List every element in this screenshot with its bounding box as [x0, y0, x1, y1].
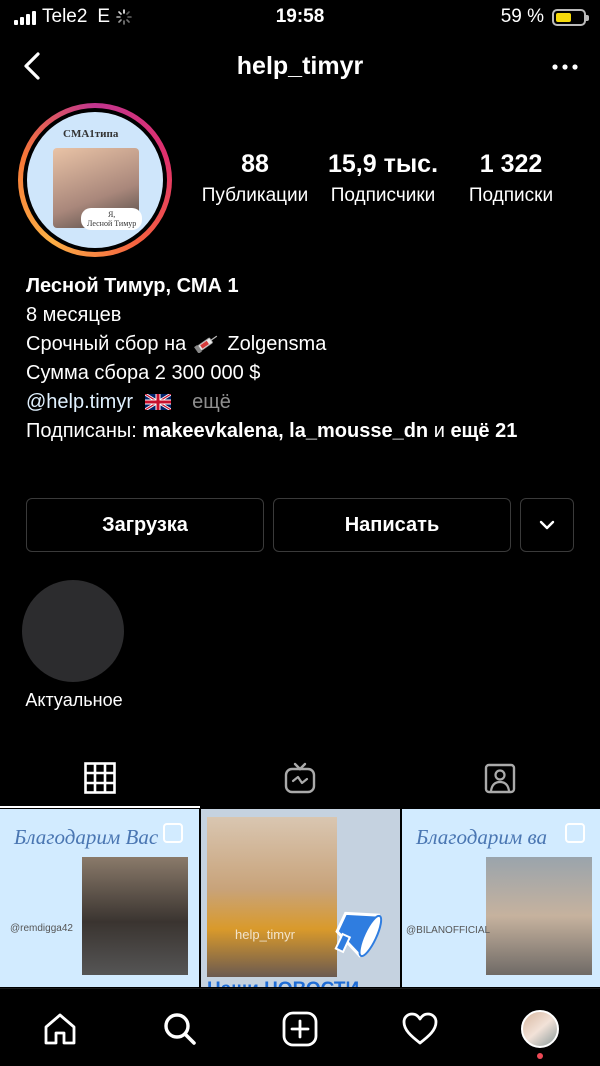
uk-flag-icon: [144, 394, 171, 410]
stat-label: Публикации: [201, 185, 309, 206]
post-banner: Наши НОВОСТИ: [207, 979, 359, 987]
nav-home[interactable]: [40, 1009, 80, 1049]
multi-post-icon: [565, 823, 585, 843]
igtv-icon: [284, 762, 316, 794]
bio-line-link: @help.timyr ещё: [26, 388, 576, 417]
tab-igtv[interactable]: [200, 748, 400, 808]
bio-line-amount: Сумма сбора 2 300 000 $: [26, 362, 261, 384]
download-button[interactable]: Загрузка: [26, 498, 264, 552]
bio-more-link[interactable]: ещё: [192, 391, 231, 413]
nav-activity[interactable]: [400, 1009, 440, 1049]
post-photo: [82, 857, 188, 975]
stat-value: 1 322: [479, 150, 543, 178]
avatar-image: СМА1типа Я, Лесной Тимур: [27, 112, 163, 248]
bio-line-fundraiser: Срочный сбор на Zolgensma: [26, 333, 327, 355]
grid-icon: [84, 762, 116, 794]
post-thumbnail[interactable]: help_timyr Наши НОВОСТИ: [201, 809, 400, 987]
posts-grid: Благодарим Вас @remdigga42 help_timyr На…: [0, 809, 600, 987]
profile-tabs: [0, 748, 600, 808]
stat-value: 88: [241, 150, 269, 178]
post-watermark: help_timyr: [235, 927, 295, 942]
profile-stats: 88 Публикации 15,9 тыс. Подписчики 1 322…: [190, 150, 580, 207]
more-options-icon[interactable]: [550, 52, 580, 82]
profile-avatar[interactable]: СМА1типа Я, Лесной Тимур: [18, 103, 172, 257]
bottom-navigation: [0, 988, 600, 1066]
post-title: Благодарим ва: [416, 825, 547, 849]
home-icon: [44, 1013, 76, 1045]
active-tab-indicator: [0, 806, 200, 808]
username-title: help_timyr: [236, 52, 364, 80]
stat-followers[interactable]: 15,9 тыс. Подписчики: [320, 150, 446, 207]
syringe-icon: [193, 335, 217, 353]
nav-profile[interactable]: [520, 1009, 560, 1049]
status-right: 59 %: [500, 6, 589, 28]
post-handle: @remdigga42: [10, 923, 73, 934]
notification-dot: [537, 1053, 543, 1059]
nav-new-post[interactable]: [280, 1009, 320, 1049]
bio-line-age: 8 месяцев: [26, 304, 122, 326]
tab-tagged[interactable]: [400, 748, 600, 808]
stat-following[interactable]: 1 322 Подписки: [446, 150, 576, 207]
avatar-note: Я, Лесной Тимур: [81, 208, 143, 230]
chevron-down-icon: [539, 520, 555, 530]
profile-header: help_timyr: [0, 40, 600, 96]
status-bar: Tele2 E 19:58 59 %: [0, 0, 600, 34]
multi-post-icon: [163, 823, 183, 843]
post-handle: @BILANOFFICIAL: [406, 925, 491, 936]
message-button[interactable]: Написать: [273, 498, 511, 552]
followed-by[interactable]: Подписаны: makeevkalena, la_mousse_dn и …: [26, 417, 576, 446]
megaphone-icon: [334, 911, 383, 958]
tab-grid[interactable]: [0, 748, 200, 808]
stat-label: Подписчики: [330, 185, 436, 206]
battery-percent: 59 %: [500, 6, 544, 27]
highlight-circle[interactable]: [22, 580, 124, 682]
profile-name: Лесной Тимур, СМА 1: [26, 275, 239, 297]
post-photo: [207, 817, 337, 977]
search-icon: [164, 1013, 196, 1045]
avatar-caption: СМА1типа: [63, 128, 119, 140]
highlight-label: Актуальное: [25, 690, 123, 710]
suggestions-button[interactable]: [520, 498, 574, 552]
heart-icon: [402, 1012, 438, 1045]
stat-value: 15,9 тыс.: [327, 150, 439, 178]
nav-search[interactable]: [160, 1009, 200, 1049]
stat-label: Подписки: [468, 185, 554, 206]
stat-posts[interactable]: 88 Публикации: [190, 150, 320, 207]
profile-bio: Лесной Тимур, СМА 1 8 месяцев Срочный сб…: [26, 272, 576, 446]
profile-avatar-small: [521, 1010, 559, 1048]
profile-link[interactable]: @help.timyr: [26, 391, 133, 413]
tagged-person-icon: [484, 763, 516, 794]
post-photo: [486, 857, 592, 975]
post-thumbnail[interactable]: Благодарим ва @BILANOFFICIAL: [402, 809, 600, 987]
post-title: Благодарим Вас: [14, 825, 159, 849]
add-post-icon: [282, 1011, 318, 1047]
post-thumbnail[interactable]: Благодарим Вас @remdigga42: [0, 809, 199, 987]
battery-icon: [552, 8, 589, 26]
